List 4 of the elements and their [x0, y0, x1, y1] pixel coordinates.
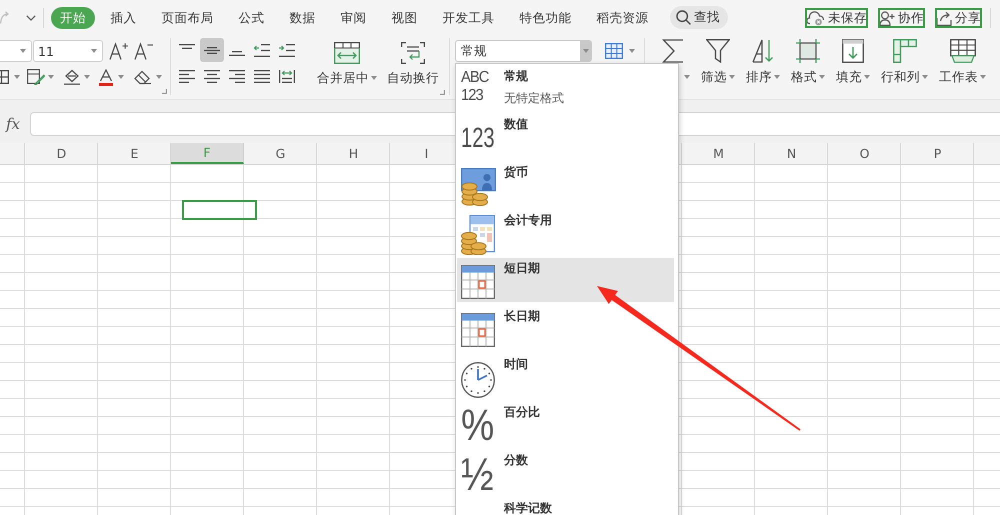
fraction-icon: ½ — [461, 451, 494, 497]
number-format-icon: 123 — [461, 124, 495, 152]
percent-icon: % — [461, 404, 494, 448]
general-format-icon: ABC 123 — [461, 69, 489, 105]
